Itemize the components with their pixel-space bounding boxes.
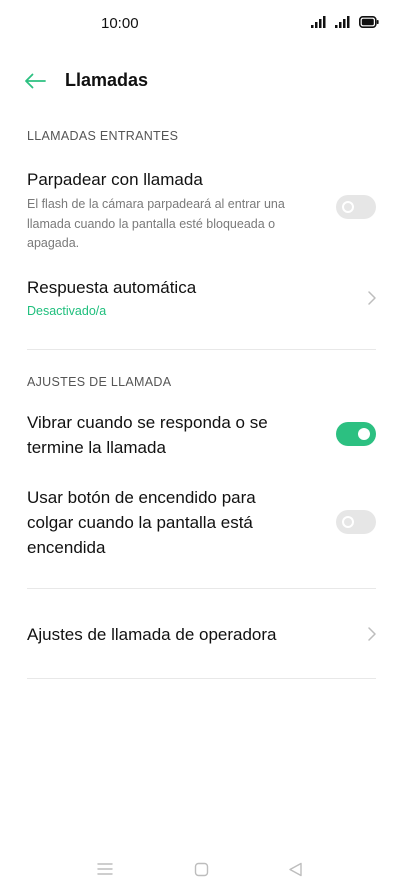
back-button[interactable] xyxy=(22,70,48,92)
divider xyxy=(27,678,376,679)
flash-on-call-description-1: El flash de la cámara parpadeará al entr… xyxy=(27,197,285,211)
operator-call-settings-title: Ajustes de llamada de operadora xyxy=(27,625,277,644)
toggle-knob xyxy=(358,428,370,440)
toggle-knob xyxy=(342,516,354,528)
auto-answer-title: Respuesta automática xyxy=(27,278,197,297)
operator-call-settings-row[interactable]: Ajustes de llamada de operadora xyxy=(0,610,403,658)
arrow-left-icon xyxy=(25,73,46,89)
flash-on-call-description-2: llamada cuando la pantalla esté bloquead… xyxy=(27,217,276,231)
power-hangup-title-2: colgar cuando la pantalla está xyxy=(27,513,253,532)
vibrate-row[interactable]: Vibrar cuando se responda o se termine l… xyxy=(0,408,403,464)
cell-signal-icon-2 xyxy=(335,16,350,28)
section-header-call-settings: AJUSTES DE LLAMADA xyxy=(27,375,172,389)
flash-on-call-title: Parpadear con llamada xyxy=(27,170,203,189)
divider xyxy=(27,349,376,350)
vibrate-title-2: termine la llamada xyxy=(27,438,166,457)
back-triangle-icon[interactable] xyxy=(288,862,303,877)
app-header: Llamadas xyxy=(0,56,403,106)
toggle-knob xyxy=(342,201,354,213)
chevron-right-icon xyxy=(368,627,376,641)
divider xyxy=(27,588,376,589)
status-bar: 10:00 xyxy=(0,0,403,48)
flash-on-call-description-3: apagada. xyxy=(27,236,80,250)
flash-on-call-toggle[interactable] xyxy=(336,195,376,219)
power-hangup-toggle[interactable] xyxy=(336,510,376,534)
menu-icon[interactable] xyxy=(97,862,113,876)
auto-answer-status: Desactivado/a xyxy=(27,304,107,318)
section-header-incoming: LLAMADAS ENTRANTES xyxy=(27,129,179,143)
power-button-hangup-row[interactable]: Usar botón de encendido para colgar cuan… xyxy=(0,484,403,566)
status-icons xyxy=(311,16,379,28)
cell-signal-icon xyxy=(311,16,326,28)
power-hangup-title-1: Usar botón de encendido para xyxy=(27,488,256,507)
page-title: Llamadas xyxy=(65,70,149,90)
battery-icon xyxy=(359,16,379,28)
vibrate-toggle[interactable] xyxy=(336,422,376,446)
power-hangup-title-3: encendida xyxy=(27,538,106,557)
status-time: 10:00 xyxy=(101,15,139,32)
vibrate-title-1: Vibrar cuando se responda o se xyxy=(27,413,268,432)
home-square-icon[interactable] xyxy=(194,862,209,877)
system-nav-bar xyxy=(0,856,403,886)
auto-answer-row[interactable]: Respuesta automática Desactivado/a xyxy=(0,273,403,329)
flash-on-call-row[interactable]: Parpadear con llamada El flash de la cám… xyxy=(0,163,403,253)
chevron-right-icon xyxy=(368,291,376,305)
